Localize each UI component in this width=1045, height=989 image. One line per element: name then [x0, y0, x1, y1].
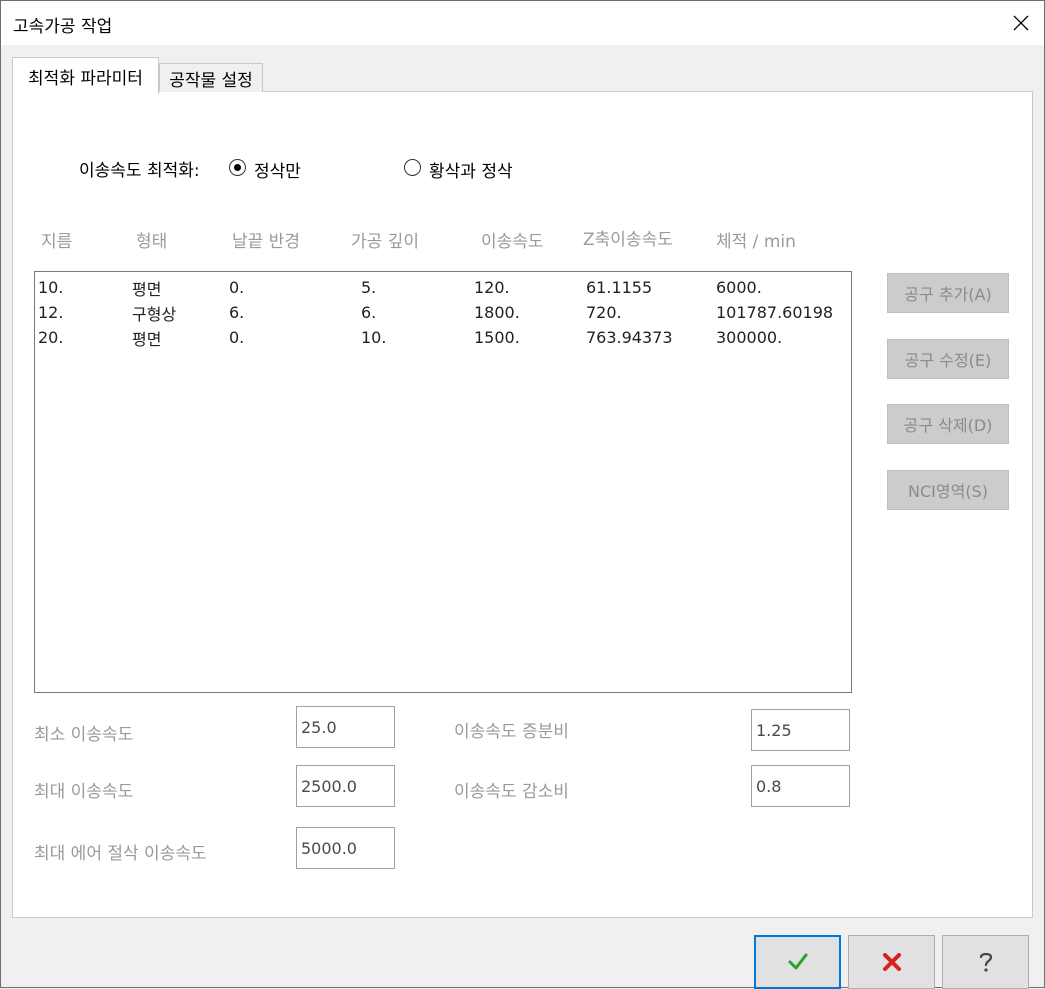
help-button[interactable] [942, 935, 1029, 989]
table-cell: 평면 [132, 280, 162, 299]
table-cell: 12. [38, 303, 64, 322]
max-feed-label: 최대 이송속도 [34, 782, 134, 802]
column-header-z-feed-rate: Z축이송속도 [583, 230, 673, 250]
radio-selected-dot [233, 163, 241, 171]
radio-finish-only-label[interactable]: 정삭만 [254, 157, 301, 182]
column-header-corner-radius: 날끝 반경 [232, 232, 300, 252]
close-button[interactable] [998, 1, 1044, 45]
column-header-diameter: 지름 [41, 232, 73, 252]
table-cell: 0. [229, 278, 245, 297]
min-feed-field[interactable] [296, 706, 395, 748]
column-header-cut-depth: 가공 깊이 [351, 232, 419, 252]
table-cell: 구형상 [132, 305, 177, 324]
table-cell: 10. [38, 278, 64, 297]
feed-optimization-label: 이송속도 최적화: [79, 161, 200, 181]
tab-label: 공작물 설정 [169, 70, 253, 91]
check-icon [788, 953, 807, 970]
table-cell: 20. [38, 328, 64, 347]
tab-label: 최적화 파라미터 [28, 68, 143, 89]
table-cell: 10. [361, 328, 387, 347]
table-cell: 1800. [474, 303, 520, 322]
max-feed-field[interactable] [296, 765, 395, 807]
column-header-type: 형태 [136, 232, 168, 252]
add-tool-button[interactable]: 공구 추가(A) [887, 273, 1009, 313]
feed-decrease-field[interactable] [751, 765, 850, 807]
table-cell: 61.1155 [586, 278, 653, 297]
dialog-window: 고속가공 작업 최적화 파라미터 공작물 설정 이송속도 최적화: 정삭만 황삭… [0, 0, 1045, 989]
cancel-button[interactable] [848, 935, 935, 989]
table-cell: 5. [361, 278, 377, 297]
radio-finish-only[interactable] [229, 159, 246, 176]
table-cell: 평면 [132, 330, 162, 349]
question-icon [979, 952, 992, 972]
delete-tool-button[interactable]: 공구 삭제(D) [887, 404, 1009, 444]
table-cell: 6. [229, 303, 245, 322]
close-icon [1013, 15, 1029, 31]
feed-increase-label: 이송속도 증분비 [454, 722, 569, 742]
column-header-volume-per-min: 체적 / min [716, 232, 796, 252]
table-cell: 763.94373 [586, 328, 673, 347]
table-cell: 6000. [716, 278, 762, 297]
table-cell: 0. [229, 328, 245, 347]
table-cell: 1500. [474, 328, 520, 347]
max-air-feed-label: 최대 에어 절삭 이송속도 [34, 844, 207, 864]
tool-list[interactable]: 10. 평면 0. 5. 120. 61.1155 6000. 12. 구형상 … [34, 271, 852, 693]
table-cell: 300000. [716, 328, 783, 347]
feed-increase-field[interactable] [751, 709, 850, 751]
tab-stock-setup[interactable]: 공작물 설정 [159, 63, 263, 92]
table-cell: 720. [586, 303, 622, 322]
tab-optimization-params[interactable]: 최적화 파라미터 [12, 57, 159, 94]
max-air-feed-field[interactable] [296, 827, 395, 869]
x-icon [882, 953, 901, 971]
edit-tool-button[interactable]: 공구 수정(E) [887, 339, 1009, 379]
table-cell: 6. [361, 303, 377, 322]
feed-decrease-label: 이송속도 감소비 [454, 782, 569, 802]
table-cell: 101787.60198 [716, 303, 834, 322]
title-bar: 고속가공 작업 [1, 1, 1044, 45]
column-header-feed-rate: 이송속도 [481, 232, 544, 252]
radio-rough-and-finish-label[interactable]: 황삭과 정삭 [429, 157, 513, 182]
radio-rough-and-finish[interactable] [404, 159, 421, 176]
ok-button[interactable] [754, 935, 841, 989]
min-feed-label: 최소 이송속도 [34, 725, 134, 745]
nci-range-button[interactable]: NCI영역(S) [887, 470, 1009, 510]
table-cell: 120. [474, 278, 510, 297]
window-title: 고속가공 작업 [13, 17, 113, 37]
